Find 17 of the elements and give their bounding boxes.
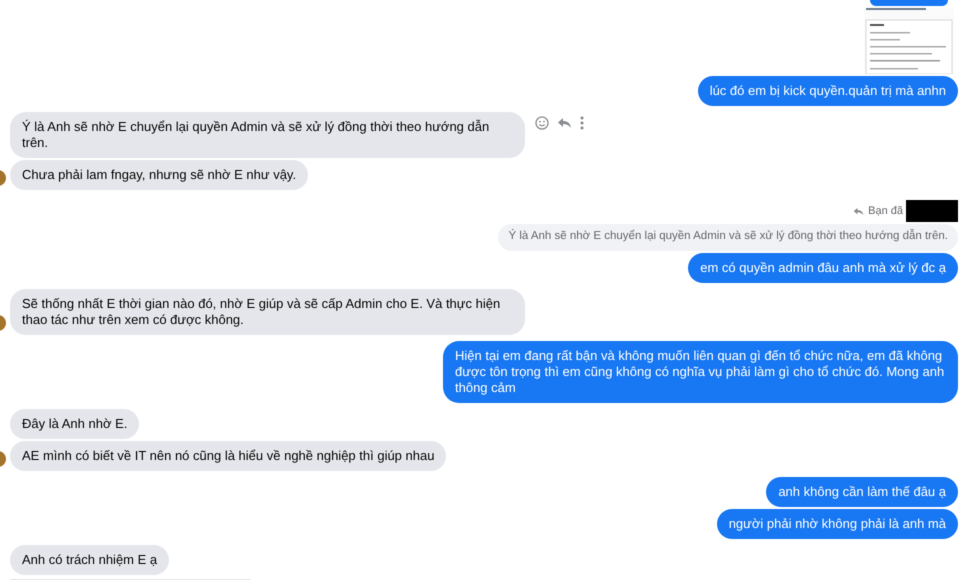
message-bubble: người phải nhờ không phải là anh mà [716,509,958,540]
reply-icon[interactable] [557,117,572,130]
message-bubble: Chưa phải lam fngay, nhưng sẽ nhờ E như vậy. [10,160,308,190]
quoted-message: Ý là Anh sẽ nhờ E chuyển lại quyền Admin và sẽ xử lý đồng thời theo hướng dẫn trên. [498,224,958,252]
message-bubble: Sẽ thống nhất E thời gian nào đó, nhờ E giúp và sẽ cấp Admin cho E. Và thực hiện thao tác như trên xem có được không. [10,289,525,336]
more-icon[interactable] [580,116,584,130]
message-bubble: Hiện tại em đang rất bận và không muốn liên quan gì đến tổ chức nữa, em đã không được tôn trọng thì em cũng không có nghĩa vụ phải làm gì cho tổ chức đó. Mong anh thông cảm [443,341,958,404]
message-bubble: anh không cần làm thế đâu ạ [766,477,958,508]
reply-label: Bạn đã [868,204,903,220]
message-bubble: Đây là Anh nhờ E. [10,409,140,440]
message-bubble: Anh có trách nhiệm E ạ [10,545,170,576]
message-bubble: AE mình có biết về IT nên nó cũng là hiểu về nghề nghiệp thì giúp nhau [10,441,446,472]
message-bubble: lúc đó em bị kick quyền.quản trị mà anhn [698,76,958,106]
emoji-icon[interactable] [535,116,549,130]
reply-icon [853,206,864,216]
message-bubble: em có quyền admin đâu anh mà xử lý đc ạ [688,253,958,284]
message-bubble: Ý là Anh sẽ nhờ E chuyển lại quyền Admin và sẽ xử lý đồng thời theo hướng dẫn trên. [10,112,525,158]
